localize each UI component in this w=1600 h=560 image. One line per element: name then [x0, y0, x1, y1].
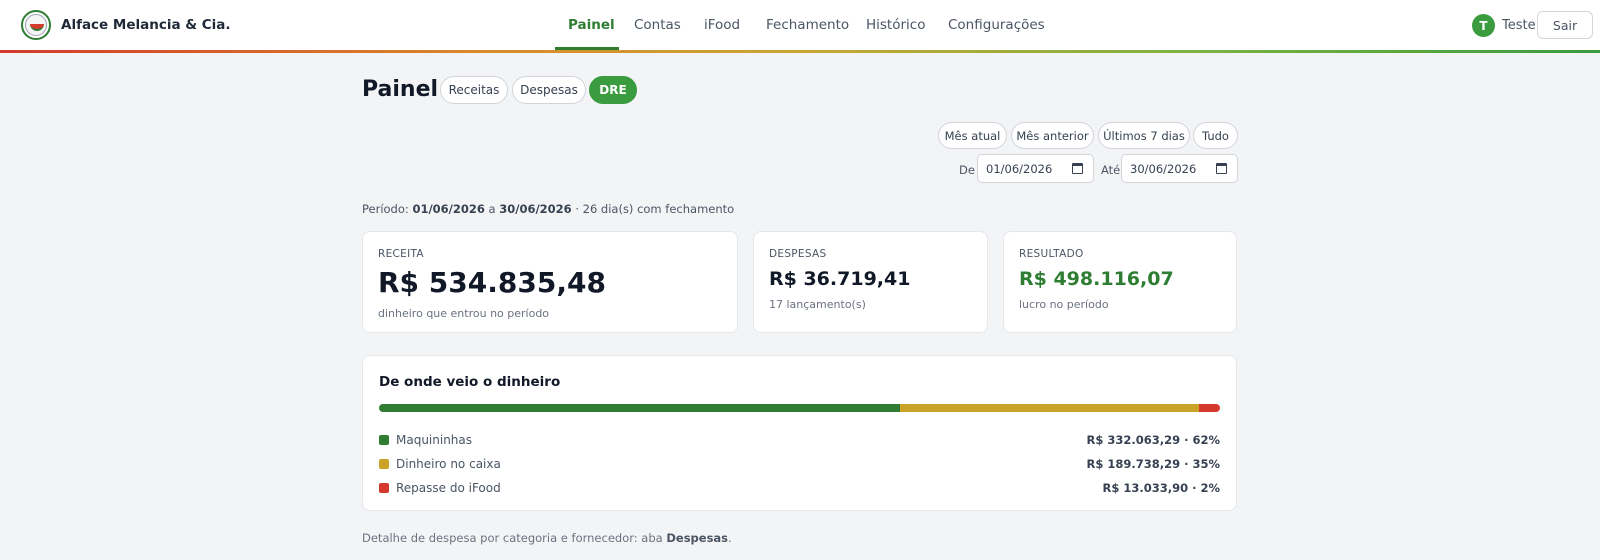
card-receita-label: RECEITA [378, 248, 424, 260]
legend-row-maquininhas: Maquininhas R$ 332.063,29 · 62% [379, 432, 1220, 450]
footer-note-suffix: . [728, 531, 732, 545]
card-resultado: RESULTADO R$ 498.116,07 lucro no período [1003, 231, 1237, 333]
footer-note: Detalhe de despesa por categoria e forne… [362, 531, 732, 545]
revenue-origin-segment [379, 404, 901, 412]
card-despesas-label: DESPESAS [769, 248, 827, 260]
nav-configuracoes[interactable]: Configurações [948, 17, 1045, 33]
date-to-label: Até [1101, 163, 1121, 177]
watermelon-icon [25, 14, 47, 36]
range-mes-anterior-button[interactable]: Mês anterior [1011, 122, 1094, 149]
logout-button[interactable]: Sair [1537, 11, 1593, 39]
date-from-input[interactable]: 01/06/2026 [977, 154, 1094, 183]
period-prefix: Período: [362, 202, 409, 216]
legend-swatch [379, 459, 389, 469]
legend-swatch [379, 435, 389, 445]
legend-value: R$ 13.033,90 · 2% [1102, 481, 1220, 495]
card-despesas: DESPESAS R$ 36.719,41 17 lançamento(s) [753, 231, 988, 333]
legend-label: Maquininhas [396, 433, 473, 447]
date-to-value: 30/06/2026 [1130, 161, 1197, 176]
date-from-value: 01/06/2026 [986, 161, 1053, 176]
revenue-origin-segment [900, 404, 1199, 412]
revenue-origin-bar [379, 404, 1220, 412]
legend-value: R$ 189.738,29 · 35% [1086, 457, 1220, 471]
user-name: Teste [1502, 18, 1536, 33]
revenue-origin-segment [1198, 404, 1220, 412]
legend-row-dinheiro-caixa: Dinheiro no caixa R$ 189.738,29 · 35% [379, 456, 1220, 474]
footer-despesas-link[interactable]: Despesas [666, 531, 728, 545]
calendar-icon[interactable] [1072, 163, 1083, 174]
nav-ifood[interactable]: iFood [704, 17, 740, 33]
nav-fechamento[interactable]: Fechamento [766, 17, 849, 33]
header-gradient-divider [0, 50, 1600, 53]
card-despesas-sub: 17 lançamento(s) [769, 298, 866, 311]
legend-swatch [379, 483, 389, 493]
card-receita-value: R$ 534.835,48 [378, 266, 606, 299]
brand-name[interactable]: Alface Melancia & Cia. [61, 17, 231, 33]
card-resultado-label: RESULTADO [1019, 248, 1084, 260]
range-ultimos-7-dias-button[interactable]: Últimos 7 dias [1098, 122, 1190, 149]
date-from-label: De [959, 163, 975, 177]
nav-painel[interactable]: Painel [568, 17, 615, 33]
calendar-icon[interactable] [1216, 163, 1227, 174]
brand-logo[interactable] [21, 10, 51, 40]
range-mes-atual-button[interactable]: Mês atual [938, 122, 1007, 149]
legend-label: Dinheiro no caixa [396, 457, 501, 471]
tab-dre[interactable]: DRE [589, 76, 637, 104]
revenue-origin-title: De onde veio o dinheiro [379, 374, 561, 390]
nav-contas[interactable]: Contas [634, 17, 681, 33]
tab-despesas[interactable]: Despesas [512, 76, 586, 104]
page-title: Painel [362, 77, 439, 102]
card-receita-sub: dinheiro que entrou no período [378, 307, 550, 320]
legend-row-repasse-ifood: Repasse do iFood R$ 13.033,90 · 2% [379, 480, 1220, 498]
range-tudo-button[interactable]: Tudo [1193, 122, 1238, 149]
period-connector: a [488, 202, 496, 216]
tab-receitas[interactable]: Receitas [440, 76, 508, 104]
period-start: 01/06/2026 [412, 202, 485, 216]
period-summary: Período: 01/06/2026 a 30/06/2026 · 26 di… [362, 202, 734, 216]
period-end: 30/06/2026 [499, 202, 572, 216]
footer-note-text: Detalhe de despesa por categoria e forne… [362, 531, 663, 545]
card-resultado-sub: lucro no período [1019, 298, 1109, 311]
revenue-origin-panel: De onde veio o dinheiro Maquininhas R$ 3… [362, 355, 1237, 511]
card-receita: RECEITA R$ 534.835,48 dinheiro que entro… [362, 231, 738, 333]
nav-historico[interactable]: Histórico [866, 17, 925, 33]
legend-value: R$ 332.063,29 · 62% [1086, 433, 1220, 447]
legend-label: Repasse do iFood [396, 481, 501, 495]
card-resultado-value: R$ 498.116,07 [1019, 268, 1174, 290]
top-bar: Alface Melancia & Cia. Painel Contas iFo… [0, 0, 1600, 53]
period-suffix: · 26 dia(s) com fechamento [575, 202, 735, 216]
card-despesas-value: R$ 36.719,41 [769, 268, 911, 290]
user-avatar[interactable]: T [1472, 14, 1495, 37]
date-to-input[interactable]: 30/06/2026 [1121, 154, 1238, 183]
